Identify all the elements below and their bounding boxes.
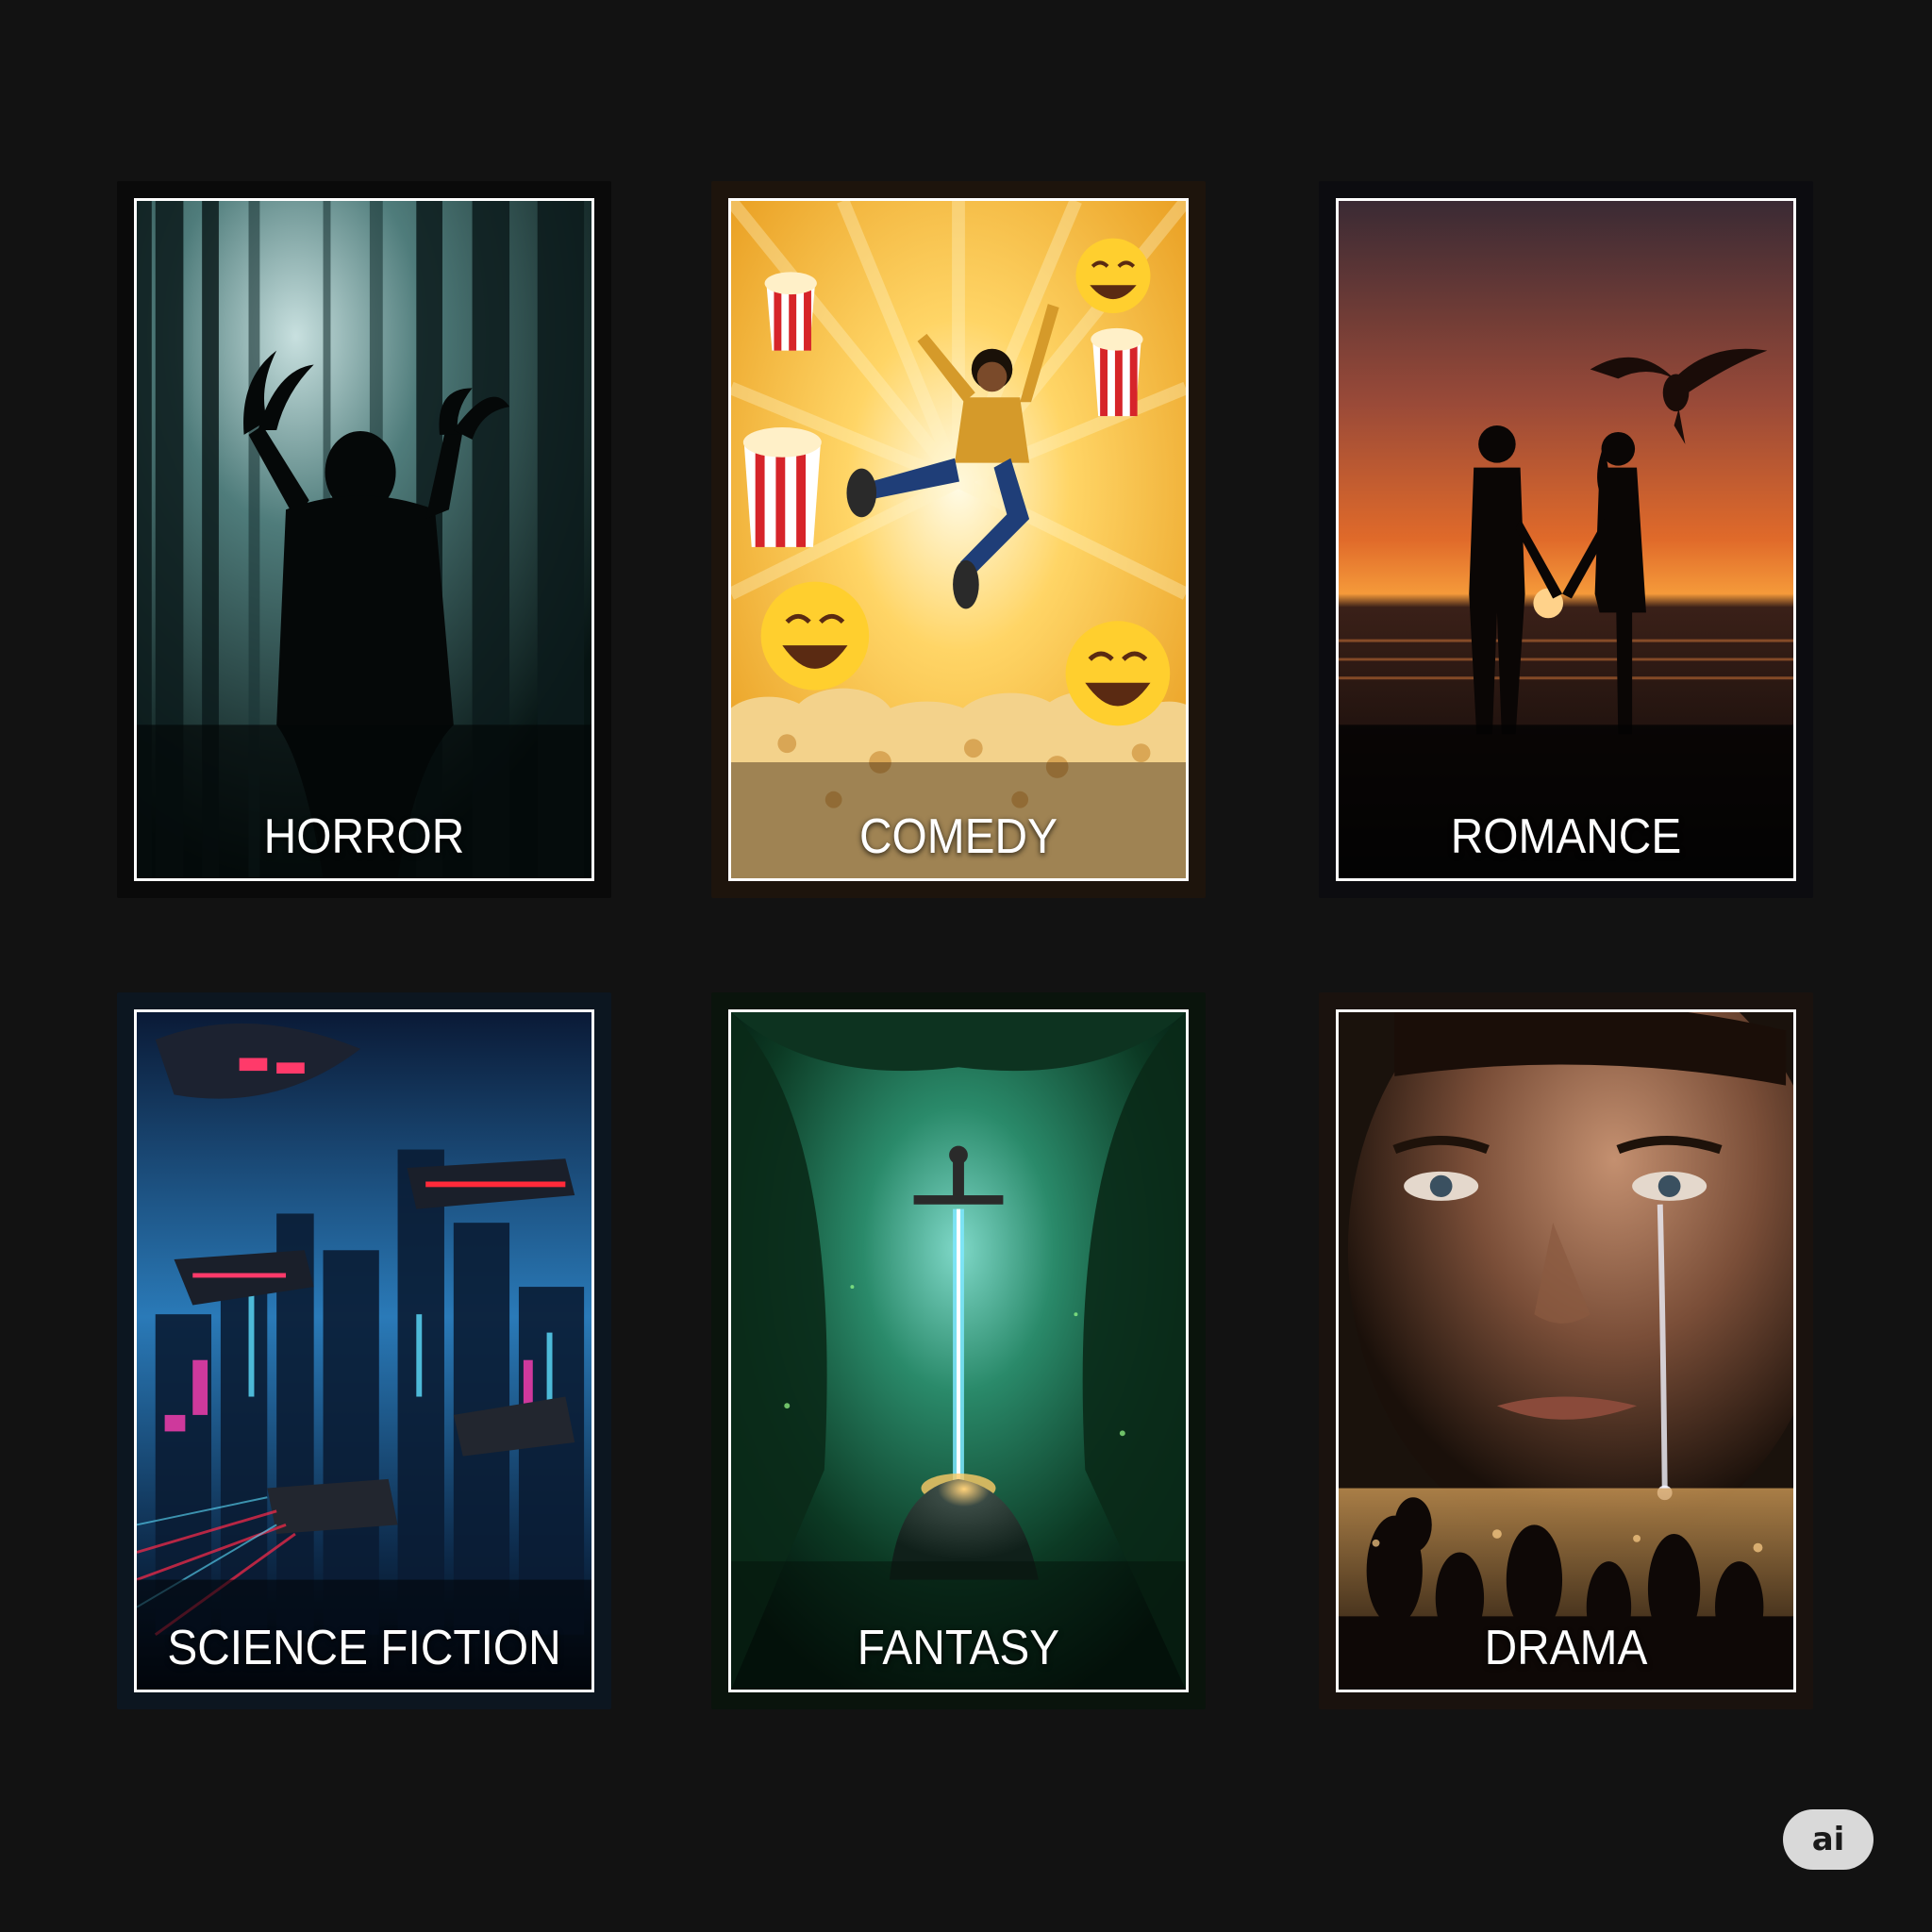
genre-label: HORROR xyxy=(263,809,465,864)
ai-badge: ai xyxy=(1783,1809,1874,1870)
fantasy-poster-art xyxy=(731,1012,1186,1690)
genre-label: SCIENCE FICTION xyxy=(167,1621,561,1675)
drama-poster-art xyxy=(1339,1012,1793,1690)
genre-card-horror[interactable]: HORROR xyxy=(117,181,611,898)
genre-card-science-fiction[interactable]: SCIENCE FICTION xyxy=(117,992,611,1709)
popcorn-icon xyxy=(764,272,817,351)
comedy-poster-art xyxy=(731,201,1186,878)
genre-card-romance[interactable]: ROMANCE xyxy=(1319,181,1813,898)
scifi-poster-art xyxy=(137,1012,591,1690)
romance-poster-art xyxy=(1339,201,1793,878)
genre-card-fantasy[interactable]: FANTASY xyxy=(711,992,1206,1709)
genre-label: DRAMA xyxy=(1484,1621,1648,1675)
genre-card-comedy[interactable]: COMEDY xyxy=(711,181,1206,898)
laughing-emoji-icon xyxy=(1075,238,1151,314)
genre-label: ROMANCE xyxy=(1450,809,1682,864)
horror-poster-art xyxy=(137,201,591,878)
genre-label: FANTASY xyxy=(857,1621,1060,1675)
genre-card-drama[interactable]: DRAMA xyxy=(1319,992,1813,1709)
genre-label: COMEDY xyxy=(859,809,1058,864)
